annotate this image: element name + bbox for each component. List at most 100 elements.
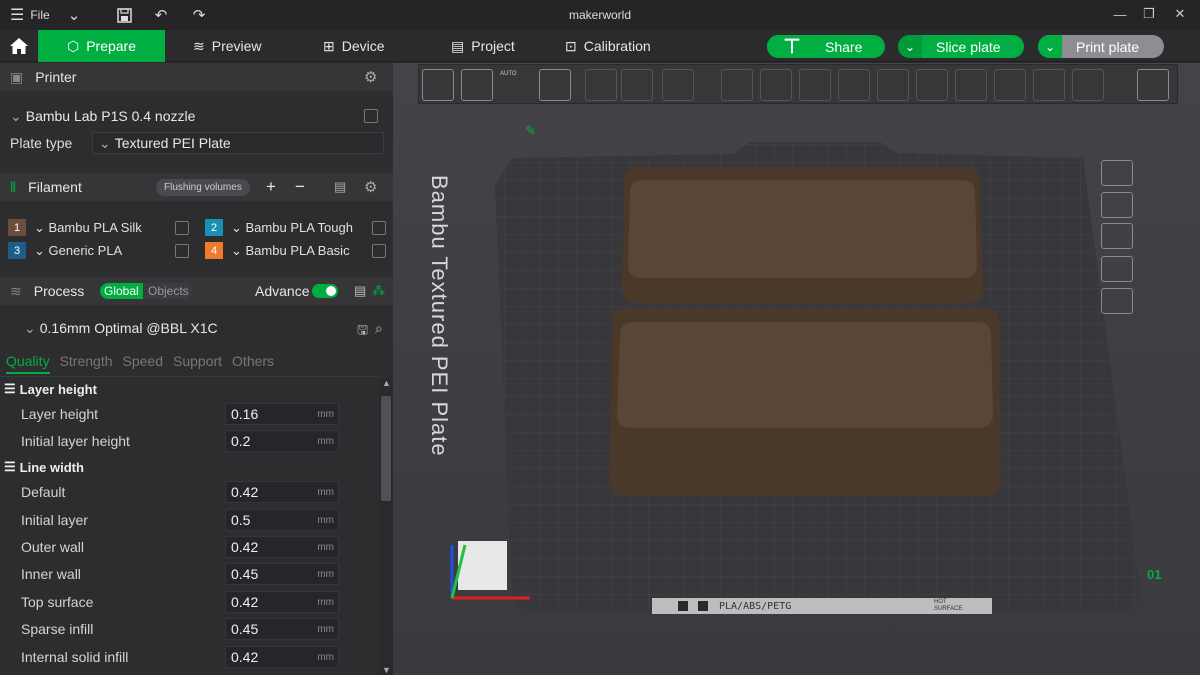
- filament-1-select[interactable]: ⌄ Bambu PLA Silk: [34, 220, 142, 236]
- search-icon[interactable]: ⌕: [375, 320, 383, 337]
- edit-filament-1-icon[interactable]: [175, 221, 189, 235]
- mesh-boolean-icon[interactable]: [916, 69, 948, 101]
- split-parts-icon[interactable]: [621, 69, 653, 101]
- process-profile-select[interactable]: ⌄ 0.16mm Optimal @BBL X1C: [18, 317, 353, 339]
- global-toggle[interactable]: Global: [100, 283, 143, 299]
- tab-quality[interactable]: Quality: [6, 353, 50, 374]
- delete-plate-icon[interactable]: [1101, 160, 1133, 186]
- remove-filament-icon[interactable]: −: [295, 177, 305, 197]
- plate-surface-label: SURFACE: [934, 606, 963, 612]
- filament-4-swatch[interactable]: 4: [205, 242, 223, 259]
- line-width-group: ☰ Line width: [4, 459, 84, 475]
- add-filament-icon[interactable]: +: [266, 177, 276, 197]
- tab-device[interactable]: ⊞ Device: [323, 30, 385, 62]
- close-icon[interactable]: ✕: [1172, 6, 1188, 22]
- layer-height-input[interactable]: 0.16 mm: [225, 403, 339, 425]
- initial-layer-width-input[interactable]: 0.5 mm: [225, 509, 339, 531]
- split-objects-icon[interactable]: [585, 69, 617, 101]
- text-icon[interactable]: [1033, 69, 1065, 101]
- slice-plate-button[interactable]: ⌄ Slice plate: [898, 35, 1024, 58]
- edit-printer-icon[interactable]: [364, 109, 378, 123]
- arrange-plate-icon[interactable]: [1101, 223, 1133, 249]
- auto-orient-icon[interactable]: AUTO: [500, 69, 532, 101]
- layers-icon: ≋: [193, 37, 205, 54]
- scale-icon[interactable]: [799, 69, 831, 101]
- variable-layer-icon[interactable]: [662, 69, 694, 101]
- lock-plate-icon[interactable]: [1101, 256, 1133, 282]
- left-sidebar: ▣ Printer ⚙ ⌄ Bambu Lab P1S 0.4 nozzle P…: [0, 63, 393, 675]
- printer-model-select[interactable]: ⌄ Bambu Lab P1S 0.4 nozzle: [4, 105, 360, 127]
- inner-wall-input[interactable]: 0.45 mm: [225, 563, 339, 585]
- add-object-icon[interactable]: [422, 69, 454, 101]
- rotate-icon[interactable]: [760, 69, 792, 101]
- filament-sync-icon[interactable]: ▤: [334, 179, 346, 195]
- outer-wall-input[interactable]: 0.42 mm: [225, 536, 339, 558]
- param-label-internal-solid-infill: Internal solid infill: [21, 649, 129, 665]
- restore-icon[interactable]: ❐: [1141, 6, 1157, 22]
- undo-icon[interactable]: ↶: [151, 5, 171, 25]
- 3d-viewport[interactable]: Bambu Textured PEI Plate 01 PLA/ABS/PETG…: [393, 63, 1200, 675]
- filament-2-swatch[interactable]: 2: [205, 219, 223, 236]
- advance-switch[interactable]: [312, 284, 338, 298]
- params-scrollbar[interactable]: ▲ ▼: [379, 378, 393, 675]
- printer-settings-gear-icon[interactable]: ⚙: [364, 68, 377, 86]
- filament-4-select[interactable]: ⌄ Bambu PLA Basic: [231, 243, 350, 259]
- home-icon[interactable]: [6, 35, 32, 57]
- support-paint-icon[interactable]: [955, 69, 987, 101]
- assembly-view-icon[interactable]: [1137, 69, 1169, 101]
- process-list-icon[interactable]: ▤: [354, 283, 366, 299]
- internal-solid-infill-input[interactable]: 0.42 mm: [225, 646, 339, 668]
- plate-number-label[interactable]: 01: [1147, 567, 1161, 582]
- filament-settings-gear-icon[interactable]: ⚙: [364, 178, 377, 196]
- orient-plate-icon[interactable]: [1101, 192, 1133, 218]
- tab-project[interactable]: ▤ Project: [451, 30, 515, 62]
- add-plate-icon[interactable]: [461, 69, 493, 101]
- tab-speed[interactable]: Speed: [123, 353, 163, 374]
- lay-on-face-icon[interactable]: [838, 69, 870, 101]
- arrange-icon[interactable]: [539, 69, 571, 101]
- flushing-volumes-button[interactable]: Flushing volumes: [156, 178, 250, 196]
- plate-type-select[interactable]: ⌄ Textured PEI Plate: [92, 132, 384, 154]
- tab-prepare[interactable]: ⬡ Prepare: [38, 30, 165, 62]
- chevron-down-icon: ⌄: [24, 319, 36, 336]
- filament-2-select[interactable]: ⌄ Bambu PLA Tough: [231, 220, 353, 236]
- auto-label: AUTO: [500, 71, 517, 77]
- seam-paint-icon[interactable]: [994, 69, 1026, 101]
- filament-1-swatch[interactable]: 1: [8, 219, 26, 236]
- tab-strength[interactable]: Strength: [60, 353, 113, 374]
- process-tabs: Quality Strength Speed Support Others: [6, 353, 274, 374]
- minimize-icon[interactable]: —: [1112, 6, 1128, 22]
- sparse-infill-input[interactable]: 0.45 mm: [225, 618, 339, 640]
- color-paint-icon[interactable]: [1072, 69, 1104, 101]
- tab-support[interactable]: Support: [173, 353, 222, 374]
- filament-3-swatch[interactable]: 3: [8, 242, 26, 259]
- print-plate-button[interactable]: ⌄ Print plate: [1038, 35, 1164, 58]
- tab-others[interactable]: Others: [232, 353, 274, 374]
- file-menu[interactable]: ☰ File: [0, 5, 50, 25]
- scroll-up-arrow[interactable]: ▲: [382, 378, 391, 388]
- tab-preview[interactable]: ≋ Preview: [193, 30, 262, 62]
- move-icon[interactable]: [721, 69, 753, 101]
- initial-layer-height-input[interactable]: 0.2 mm: [225, 430, 339, 452]
- save-profile-icon[interactable]: 🖫: [357, 321, 368, 343]
- scroll-thumb[interactable]: [381, 396, 391, 501]
- edit-filament-4-icon[interactable]: [372, 244, 386, 258]
- process-compare-icon[interactable]: ⁂: [372, 283, 385, 299]
- param-label-initial-layer-height: Initial layer height: [21, 433, 130, 449]
- save-icon[interactable]: [114, 5, 134, 25]
- edit-plate-icon[interactable]: ✎: [525, 123, 536, 139]
- tab-calibration[interactable]: ⊡ Calibration: [565, 30, 651, 62]
- cut-icon[interactable]: [877, 69, 909, 101]
- edit-filament-3-icon[interactable]: [175, 244, 189, 258]
- plate-settings-icon[interactable]: [1101, 288, 1133, 314]
- redo-icon[interactable]: ↷: [189, 5, 209, 25]
- objects-toggle[interactable]: Objects: [144, 283, 193, 299]
- chevron-down-icon[interactable]: ⌄: [64, 5, 84, 25]
- top-surface-input[interactable]: 0.42 mm: [225, 591, 339, 613]
- scroll-down-arrow[interactable]: ▼: [382, 665, 391, 675]
- default-width-input[interactable]: 0.42 mm: [225, 481, 339, 503]
- edit-filament-2-icon[interactable]: [372, 221, 386, 235]
- share-button[interactable]: ⊤ Share: [767, 35, 885, 58]
- filament-3-select[interactable]: ⌄ Generic PLA: [34, 243, 122, 259]
- filament-1-name: Bambu PLA Silk: [48, 220, 142, 235]
